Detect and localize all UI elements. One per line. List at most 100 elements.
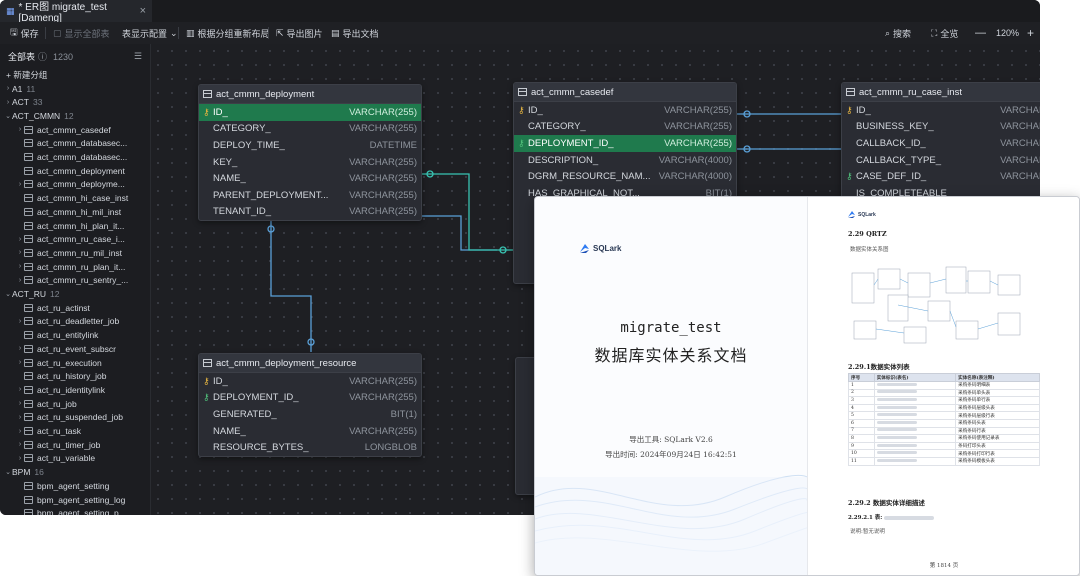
tree-group[interactable]: ⌄ ACT_CMMN 12 (4, 109, 150, 122)
chevron-right-icon[interactable]: › (4, 99, 12, 106)
er-column-row[interactable]: ⚷ DEPLOYMENT_ID_ VARCHAR(255) (514, 135, 736, 152)
tree-table-item[interactable]: › act_ru_timer_job (16, 438, 150, 451)
er-table-header[interactable]: act_cmmn_ru_case_inst (842, 83, 1040, 102)
tree-table-item[interactable]: bpm_agent_setting (16, 479, 150, 492)
er-column-row[interactable]: ⚷ID_ VARCHAR(255) (199, 373, 421, 390)
show-all-tables-button[interactable]: ▢ 显示全部表 (53, 22, 110, 44)
chevron-right-icon[interactable]: › (16, 249, 24, 256)
tree-table-item[interactable]: › act_ru_execution (16, 356, 150, 369)
chevron-down-icon[interactable]: ⌄ (4, 290, 12, 298)
er-column-row[interactable]: RESOURCE_BYTES_ LONGBLOB (199, 439, 421, 456)
tree-table-item[interactable]: › act_ru_variable (16, 452, 150, 465)
tab-er-diagram[interactable]: ▦ * ER图 migrate_test [Dameng] × (0, 0, 152, 24)
chevron-down-icon[interactable]: ⌄ (4, 112, 12, 120)
er-column-row[interactable]: TENANT_ID_ VARCHAR(255) (199, 204, 421, 221)
tree-group[interactable]: › ACT 33 (4, 96, 150, 109)
chevron-right-icon[interactable]: › (16, 428, 24, 435)
er-column-row[interactable]: ⚷CASE_DEF_ID_ VARCHAR(255) (842, 168, 1040, 185)
er-column-row[interactable]: DEPLOY_TIME_ DATETIME (199, 137, 421, 154)
table-display-config-dropdown[interactable]: 表显示配置 ⌄ (122, 22, 178, 44)
tree-table-item[interactable]: › act_ru_deadletter_job (16, 315, 150, 328)
export-image-button[interactable]: ⇱ 导出图片 (276, 22, 323, 44)
chevron-right-icon[interactable]: › (16, 181, 24, 188)
er-column-row[interactable]: KEY_ VARCHAR(255) (199, 154, 421, 171)
tree-group[interactable]: ⌄ BPM 16 (4, 466, 150, 479)
save-button[interactable]: 🖫 保存 (10, 22, 39, 44)
tree-table-item[interactable]: act_cmmn_deployment (16, 164, 150, 177)
er-column-row[interactable]: NAME_ VARCHAR(255) (199, 423, 421, 440)
tree-table-label: act_cmmn_casedef (37, 124, 111, 135)
chevron-right-icon[interactable]: › (16, 441, 24, 448)
fit-all-button[interactable]: ⛶ 全览 (931, 22, 958, 44)
tree-table-item[interactable]: › act_cmmn_ru_sentry_... (16, 274, 150, 287)
tree-group[interactable]: ⌄ ACT_RU 12 (4, 288, 150, 301)
er-table-act-cmmn-deployment-resource[interactable]: act_cmmn_deployment_resource ⚷ ID_ VARCHAR… (198, 353, 422, 457)
er-column-row[interactable]: ⚷ID_ VARCHAR(255) (842, 102, 1040, 119)
zoom-out-button[interactable]: — (975, 22, 986, 44)
chevron-right-icon[interactable]: › (16, 126, 24, 133)
er-column-row[interactable]: ⚷ DEPLOYMENT_ID_ VARCHAR(255) (199, 390, 421, 407)
tree-table-item[interactable]: act_cmmn_hi_case_inst (16, 192, 150, 205)
tree-table-item[interactable]: › act_cmmn_casedef (16, 123, 150, 136)
chevron-down-icon[interactable]: ⌄ (4, 468, 12, 476)
chevron-right-icon[interactable]: › (16, 455, 24, 462)
er-table-act-cmmn-deployment[interactable]: act_cmmn_deployment ⚷ ID_ VARCHAR(255) CATE… (198, 84, 422, 222)
new-group-button[interactable]: + 新建分组 (6, 68, 150, 81)
er-column-row[interactable]: CATEGORY_ VARCHAR(255) (514, 119, 736, 136)
chevron-right-icon[interactable]: › (16, 263, 24, 270)
er-table-header[interactable]: act_cmmn_casedef (514, 83, 736, 102)
er-column-row[interactable]: GENERATED_ BIT(1) (199, 406, 421, 423)
tree-table-item[interactable]: act_ru_history_job (16, 370, 150, 383)
tree-table-item[interactable]: › act_ru_job (16, 397, 150, 410)
chevron-right-icon[interactable]: › (16, 345, 24, 352)
er-table-header[interactable]: act_cmmn_deployment_resource (199, 354, 421, 373)
help-icon[interactable]: ⓘ (38, 50, 47, 63)
tree-table-item[interactable]: › act_cmmn_deployme... (16, 178, 150, 191)
chevron-right-icon[interactable]: › (4, 85, 12, 92)
tree-table-item[interactable]: act_cmmn_databasec... (16, 137, 150, 150)
tree-table-item[interactable]: › act_cmmn_ru_plan_it... (16, 260, 150, 273)
chevron-right-icon[interactable]: › (16, 414, 24, 421)
chevron-right-icon[interactable]: › (16, 400, 24, 407)
tree-table-item[interactable]: act_ru_actinst (16, 301, 150, 314)
search-button[interactable]: ⌕ 搜索 (885, 22, 911, 44)
chevron-right-icon[interactable]: › (16, 277, 24, 284)
tree-table-item[interactable]: act_cmmn_hi_plan_it... (16, 219, 150, 232)
chevron-right-icon[interactable]: › (16, 236, 24, 243)
tree-group[interactable]: › A1 11 (4, 82, 150, 95)
tree-table-item[interactable]: › act_cmmn_ru_case_i... (16, 233, 150, 246)
column-type: VARCHAR(255) (349, 425, 417, 437)
tree-table-item[interactable]: act_cmmn_databasec... (16, 151, 150, 164)
zoom-in-button[interactable]: + (1027, 22, 1034, 44)
tree-table-label: act_ru_job (37, 398, 77, 409)
er-column-row[interactable]: CALLBACK_TYPE_ VARCHAR(255) (842, 152, 1040, 169)
er-column-row[interactable]: CALLBACK_ID_ VARCHAR(255) (842, 135, 1040, 152)
tree-table-item[interactable]: bpm_agent_setting_p... (16, 507, 150, 515)
er-column-row[interactable]: ⚷ID_ VARCHAR(255) (514, 102, 736, 119)
er-column-row[interactable]: DESCRIPTION_ VARCHAR(4000) (514, 152, 736, 169)
tree-table-item[interactable]: › act_ru_suspended_job (16, 411, 150, 424)
tree-table-item[interactable]: › act_ru_event_subscr (16, 342, 150, 355)
tree-table-item[interactable]: › act_ru_task (16, 425, 150, 438)
chevron-right-icon[interactable]: › (16, 386, 24, 393)
er-column-row[interactable]: PARENT_DEPLOYMENT... VARCHAR(255) (199, 187, 421, 204)
er-column-row[interactable]: ⚷ID_ VARCHAR(255) (199, 104, 421, 121)
tree-table-item[interactable]: bpm_agent_setting_log (16, 493, 150, 506)
regroup-layout-button[interactable]: ▥ 根据分组重新布局 (186, 22, 270, 44)
er-column-row[interactable]: BUSINESS_KEY_ VARCHAR(255) (842, 119, 1040, 136)
er-column-row[interactable]: NAME_ VARCHAR(255) (199, 170, 421, 187)
tree-table-item[interactable]: act_cmmn_hi_mil_inst (16, 205, 150, 218)
tree-table-item[interactable]: act_ru_entitylink (16, 329, 150, 342)
chevron-right-icon[interactable]: › (16, 359, 24, 366)
er-table-header[interactable]: act_cmmn_deployment (199, 85, 421, 104)
close-icon[interactable]: × (140, 5, 146, 17)
er-table-act-cmmn-ru-case-inst[interactable]: act_cmmn_ru_case_inst ⚷ID_VARCHAR(255)BU… (841, 82, 1040, 203)
export-document-button[interactable]: ▤ 导出文档 (331, 22, 379, 44)
er-column-row[interactable]: CATEGORY_ VARCHAR(255) (199, 121, 421, 138)
tree-table-item[interactable]: › act_ru_identitylink (16, 383, 150, 396)
filter-icon[interactable]: ☰ (134, 51, 142, 62)
tree-table-item[interactable]: › act_cmmn_ru_mil_inst (16, 246, 150, 259)
er-column-row[interactable]: DGRM_RESOURCE_NAM... VARCHAR(4000) (514, 168, 736, 185)
column-type: VARCHAR(255) (1000, 137, 1040, 149)
chevron-right-icon[interactable]: › (16, 318, 24, 325)
